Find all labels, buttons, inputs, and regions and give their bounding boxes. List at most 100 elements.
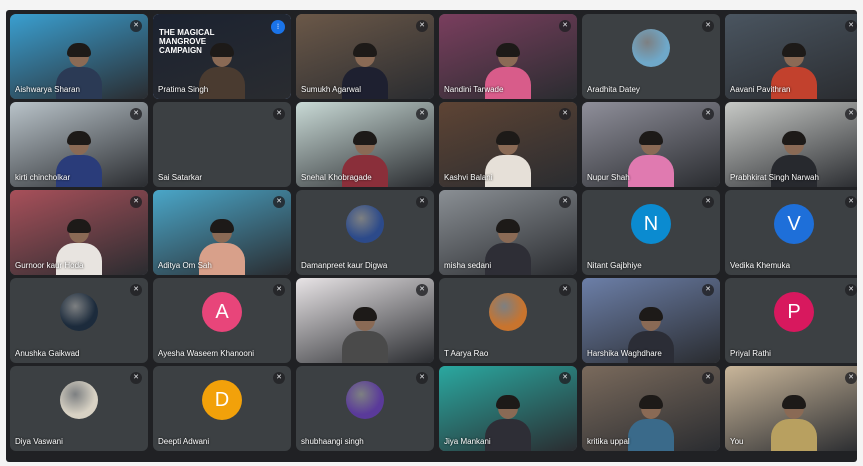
participant-video	[771, 395, 817, 451]
avatar: A	[202, 292, 242, 332]
participant-video	[342, 307, 388, 363]
muted-mic-icon: ✕	[845, 284, 857, 296]
muted-mic-icon: ✕	[845, 372, 857, 384]
muted-mic-icon: ✕	[559, 20, 571, 32]
participant-tile[interactable]: ✕ Anushka Gaikwad	[10, 278, 148, 363]
participant-tile[interactable]: ✕ Harshika Waghdhare	[582, 278, 720, 363]
participant-name: Gurnoor kaur Hoda	[15, 261, 84, 270]
participant-tile[interactable]: ✕ kirti chincholkar	[10, 102, 148, 187]
participant-tile[interactable]: N ✕ Nitant Gajbhiye	[582, 190, 720, 275]
participant-video	[485, 395, 531, 451]
campaign-banner: THE MAGICAL MANGROVE CAMPAIGN	[159, 28, 215, 55]
participant-name: Pratima Singh	[158, 85, 209, 94]
participant-name: Nandini Tarwade	[444, 85, 504, 94]
participant-name: Sumukh Agarwal	[301, 85, 362, 94]
participant-tile[interactable]: ✕ shubhaangi singh	[296, 366, 434, 451]
participant-name: misha sedani	[444, 261, 492, 270]
participant-tile[interactable]: ✕ Sumukh Agarwal	[296, 14, 434, 99]
muted-mic-icon: ✕	[130, 196, 142, 208]
participant-name: shubhaangi singh	[301, 437, 364, 446]
participant-name: Jiya Mankani	[444, 437, 491, 446]
participant-name: Harshika Waghdhare	[587, 349, 662, 358]
participant-tile[interactable]: P ✕ Priyal Rathi	[725, 278, 857, 363]
participant-tile[interactable]: A ✕ Ayesha Waseem Khanooni	[153, 278, 291, 363]
participant-tile[interactable]: D ✕ Deepti Adwani	[153, 366, 291, 451]
participant-name: You	[730, 437, 744, 446]
muted-mic-icon: ✕	[416, 196, 428, 208]
muted-mic-icon: ✕	[130, 284, 142, 296]
avatar: P	[774, 292, 814, 332]
participant-name: Kashvi Balani	[444, 173, 493, 182]
muted-mic-icon: ✕	[130, 20, 142, 32]
participant-name: Prabhkirat Singh Narwah	[730, 173, 819, 182]
muted-mic-icon: ✕	[130, 372, 142, 384]
muted-mic-icon: ✕	[559, 372, 571, 384]
muted-mic-icon: ✕	[416, 20, 428, 32]
participant-name: kirti chincholkar	[15, 173, 71, 182]
muted-mic-icon: ✕	[845, 196, 857, 208]
muted-mic-icon: ✕	[845, 108, 857, 120]
participant-tile[interactable]: ✕ Aishwarya Sharan	[10, 14, 148, 99]
participant-tile[interactable]: ✕ misha sedani	[439, 190, 577, 275]
avatar: D	[202, 380, 242, 420]
participant-tile[interactable]: ✕ Gurnoor kaur Hoda	[10, 190, 148, 275]
muted-mic-icon: ✕	[702, 108, 714, 120]
muted-mic-icon: ✕	[130, 108, 142, 120]
participant-name: Nitant Gajbhiye	[587, 261, 642, 270]
avatar: V	[774, 204, 814, 244]
participant-name: Aavani Pavithran	[730, 85, 791, 94]
participant-name: T Aarya Rao	[444, 349, 489, 358]
participant-grid: ✕ Aishwarya Sharan THE MAGICAL MANGROVE CA…	[10, 14, 857, 451]
participant-video	[628, 131, 674, 187]
participant-name: Sai Satarkar	[158, 173, 203, 182]
muted-mic-icon: ✕	[273, 284, 285, 296]
participant-name: Priyal Rathi	[730, 349, 771, 358]
avatar: N	[631, 204, 671, 244]
participant-tile[interactable]: ✕	[296, 278, 434, 363]
muted-mic-icon: ✕	[416, 108, 428, 120]
profile-photo	[346, 381, 384, 419]
participant-tile[interactable]: ✕ Nandini Tarwade	[439, 14, 577, 99]
participant-tile[interactable]: THE MAGICAL MANGROVE CAMPAIGN ⁝ Pratima Si…	[153, 14, 291, 99]
muted-mic-icon: ✕	[416, 284, 428, 296]
profile-photo	[60, 381, 98, 419]
participant-name: Anushka Gaikwad	[15, 349, 80, 358]
speaking-icon: ⁝	[271, 20, 285, 34]
participant-tile[interactable]: ✕ Jiya Mankani	[439, 366, 577, 451]
participant-tile[interactable]: ✕ kritika uppal	[582, 366, 720, 451]
muted-mic-icon: ✕	[702, 20, 714, 32]
muted-mic-icon: ✕	[273, 108, 285, 120]
profile-photo	[346, 205, 384, 243]
profile-photo	[489, 293, 527, 331]
muted-mic-icon: ✕	[702, 372, 714, 384]
participant-tile[interactable]: ✕ Prabhkirat Singh Narwah	[725, 102, 857, 187]
participant-tile[interactable]: ✕ Aradhita Datey	[582, 14, 720, 99]
profile-photo	[632, 29, 670, 67]
muted-mic-icon: ✕	[416, 372, 428, 384]
participant-tile[interactable]: ✕ You	[725, 366, 857, 451]
participant-tile[interactable]: ✕ Snehal Khobragade	[296, 102, 434, 187]
participant-tile[interactable]: ✕ Kashvi Balani	[439, 102, 577, 187]
participant-tile[interactable]: ✕ T Aarya Rao	[439, 278, 577, 363]
participant-tile[interactable]: ✕ Diya Vaswani	[10, 366, 148, 451]
muted-mic-icon: ✕	[702, 196, 714, 208]
participant-name: Vedika Khemuka	[730, 261, 791, 270]
participant-tile[interactable]: V ✕ Vedika Khemuka	[725, 190, 857, 275]
participant-video	[485, 219, 531, 275]
muted-mic-icon: ✕	[273, 196, 285, 208]
meeting-screen: ✕ Aishwarya Sharan THE MAGICAL MANGROVE CA…	[6, 10, 857, 462]
participant-tile[interactable]: ✕ Sai Satarkar	[153, 102, 291, 187]
participant-tile[interactable]: ✕ Damanpreet kaur Digwa	[296, 190, 434, 275]
muted-mic-icon: ✕	[559, 284, 571, 296]
participant-name: Snehal Khobragade	[301, 173, 372, 182]
participant-name: Diya Vaswani	[15, 437, 63, 446]
muted-mic-icon: ✕	[845, 20, 857, 32]
participant-tile[interactable]: ✕ Aavani Pavithran	[725, 14, 857, 99]
profile-photo	[60, 293, 98, 331]
participant-name: Damanpreet kaur Digwa	[301, 261, 388, 270]
participant-name: Aradhita Datey	[587, 85, 640, 94]
participant-tile[interactable]: ✕ Nupur Shah	[582, 102, 720, 187]
muted-mic-icon: ✕	[273, 372, 285, 384]
participant-name: Aishwarya Sharan	[15, 85, 80, 94]
participant-tile[interactable]: ✕ Aditya Om Sah	[153, 190, 291, 275]
